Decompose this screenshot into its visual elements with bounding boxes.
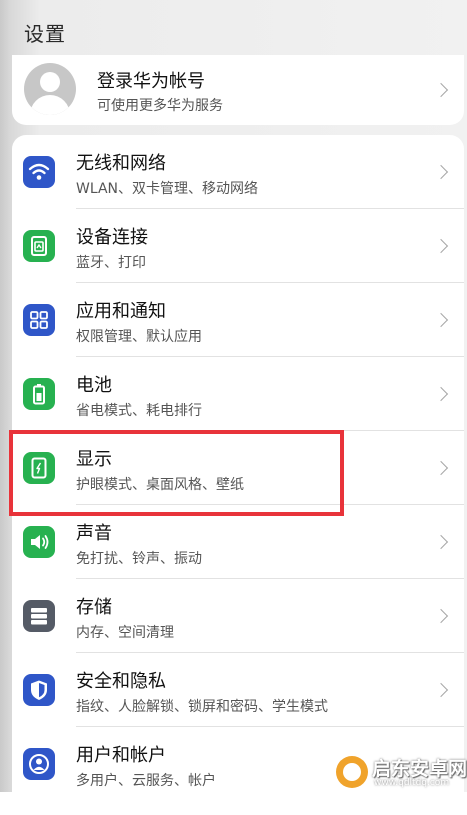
settings-item-subtitle: 蓝牙、打印 xyxy=(76,255,146,271)
chevron-right-icon xyxy=(433,682,449,698)
battery-icon xyxy=(23,378,55,410)
wifi-icon xyxy=(23,156,55,188)
settings-item-battery[interactable]: 电池 省电模式、耗电排行 xyxy=(12,357,464,431)
watermark: 启东安卓网 www.qdltdq.com xyxy=(336,752,467,792)
settings-item-subtitle: 内存、空间清理 xyxy=(76,625,174,641)
storage-icon xyxy=(23,600,55,632)
chevron-right-icon xyxy=(433,164,449,180)
settings-item-title: 应用和通知 xyxy=(76,301,166,322)
chevron-right-icon xyxy=(433,386,449,402)
page-title: 设置 xyxy=(24,22,66,46)
settings-item-title: 存储 xyxy=(76,597,112,618)
settings-item-title: 安全和隐私 xyxy=(76,671,166,692)
settings-item-sound[interactable]: 声音 免打扰、铃声、振动 xyxy=(12,505,464,579)
settings-item-title: 无线和网络 xyxy=(76,153,166,174)
chevron-right-icon xyxy=(433,608,449,624)
settings-item-storage[interactable]: 存储 内存、空间清理 xyxy=(12,579,464,653)
device-connection-icon xyxy=(23,230,55,262)
settings-item-subtitle: 多用户、云服务、帐户 xyxy=(76,773,216,789)
settings-item-subtitle: 省电模式、耗电排行 xyxy=(76,403,202,419)
watermark-logo-icon xyxy=(336,756,368,788)
shield-icon xyxy=(23,674,55,706)
watermark-url: www.qdltdq.com xyxy=(374,778,450,788)
settings-item-subtitle: 指纹、人脸解锁、锁屏和密码、学生模式 xyxy=(76,699,328,715)
account-card[interactable]: 登录华为帐号 可使用更多华为服务 xyxy=(12,55,464,125)
settings-item-wireless-networks[interactable]: 无线和网络 WLAN、双卡管理、移动网络 xyxy=(12,135,464,209)
settings-item-apps-notifications[interactable]: 应用和通知 权限管理、默认应用 xyxy=(12,283,464,357)
chevron-right-icon xyxy=(433,238,449,254)
settings-item-subtitle: WLAN、双卡管理、移动网络 xyxy=(76,181,259,197)
chevron-right-icon xyxy=(433,82,449,98)
settings-item-title: 声音 xyxy=(76,523,112,544)
settings-screen: 设置 登录华为帐号 可使用更多华为服务 无线和网络 WLAN、双卡管理、移动网络 xyxy=(0,0,467,815)
user-account-icon xyxy=(23,748,55,780)
settings-item-subtitle: 免打扰、铃声、振动 xyxy=(76,551,202,567)
speaker-icon xyxy=(23,526,55,558)
settings-item-device-connection[interactable]: 设备连接 蓝牙、打印 xyxy=(12,209,464,283)
settings-item-subtitle: 权限管理、默认应用 xyxy=(76,329,202,345)
chevron-right-icon xyxy=(433,312,449,328)
settings-item-title: 设备连接 xyxy=(76,227,148,248)
apps-grid-icon xyxy=(23,304,55,336)
chevron-right-icon xyxy=(433,460,449,476)
avatar xyxy=(24,63,76,115)
settings-item-title: 电池 xyxy=(76,375,112,396)
account-subtitle: 可使用更多华为服务 xyxy=(97,98,223,114)
settings-item-security-privacy[interactable]: 安全和隐私 指纹、人脸解锁、锁屏和密码、学生模式 xyxy=(12,653,464,727)
account-title: 登录华为帐号 xyxy=(97,71,205,92)
watermark-name: 启东安卓网 xyxy=(372,758,467,780)
settings-item-title: 用户和帐户 xyxy=(76,745,166,766)
highlight-box xyxy=(9,430,344,516)
chevron-right-icon xyxy=(433,534,449,550)
